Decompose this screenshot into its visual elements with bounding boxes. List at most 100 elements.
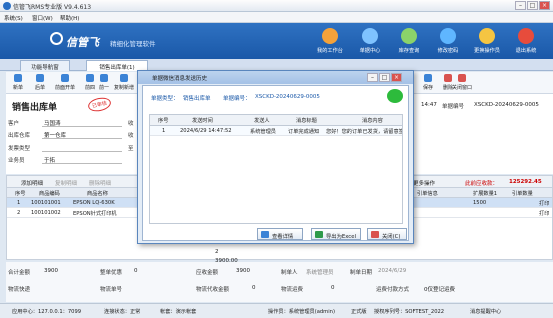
close-window-icon [458, 74, 466, 82]
receivable-amount: 3900 [236, 268, 250, 274]
freight-value[interactable]: 0 [331, 285, 335, 291]
status-user: 操作员：系统管理员(admin) [268, 309, 335, 315]
header-banner: 信管飞 精细化管理软件 我的工作台 单据中心 库存查询 修改密码 更换操作员 退… [0, 23, 553, 59]
save-icon [424, 74, 432, 82]
dialog-title: 单据微信消息发送历史 [152, 76, 208, 82]
col-code: 商品编码 [39, 191, 60, 197]
toolbar-first[interactable]: 前面开单 [52, 74, 78, 91]
menu-window[interactable]: 窗口(W) [32, 14, 53, 22]
wechat-history-dialog: 单据微信消息发送历史 – □ × 单据类型： 销售出库单 单据编号： XSCKD… [137, 70, 414, 244]
bill-center-icon [362, 28, 378, 44]
bill-number-field[interactable]: XSCKD-20240629-0005 [474, 102, 539, 108]
bill-number-label: 单据编号 [442, 104, 465, 110]
wechat-icon [387, 89, 403, 103]
user-switch-icon [479, 28, 495, 44]
menu-bar: 系统(S) 窗口(W) 帮助(H) [0, 12, 553, 23]
toolbar-new[interactable]: 新单 [8, 74, 28, 91]
dialog-content: 单据类型： 销售出库单 单据编号： XSCKD-20240629-0005 序号… [142, 85, 409, 241]
bill-type-label: 单据类型： [151, 96, 179, 102]
status-stamp: 已审核 [86, 95, 113, 114]
dialog-minimize-button[interactable]: – [367, 73, 378, 82]
receivable-amount-label: 应收金额 [196, 270, 219, 276]
receivable-value: 125292.45 [509, 179, 542, 185]
ship-no-label: 物流单号 [100, 287, 123, 293]
field-label-b: 收 [128, 133, 134, 139]
window-titlebar: 信管飞RMS专业版 V9.4.613 – □ × [0, 0, 553, 12]
bill-no-label: 单据编号： [223, 96, 251, 102]
tab-function-nav[interactable]: 功能导航窗 [20, 60, 70, 71]
maker-label: 制单人 [281, 270, 298, 276]
dialog-titlebar: 单据微信消息发送历史 – □ × [138, 71, 413, 84]
maximize-button[interactable]: □ [527, 1, 538, 10]
pay-method-value[interactable]: 0仅登记运费 [424, 285, 455, 293]
toolbar-prev[interactable]: 前一 [94, 74, 114, 91]
nav-exit[interactable]: 退出系统 [510, 26, 542, 58]
copy-icon [120, 74, 128, 82]
table-row[interactable]: 1 2024/6/29 14:47:52 系统管理员 订单完成通知 您好！您的订… [150, 126, 402, 136]
delete-detail-button[interactable]: 删除明细 [89, 179, 111, 187]
total-value: 3900 [44, 268, 58, 274]
message-history-table: 序号 发送时间 发送人 消息标题 消息内容 1 2024/6/29 14:47:… [149, 114, 403, 224]
toolbar-save[interactable]: 保存 [418, 74, 438, 91]
receivable-label: 此前应收款： [465, 181, 499, 187]
lock-icon [440, 28, 456, 44]
first-icon [61, 74, 69, 82]
export-excel-button[interactable]: 导出为Excel [311, 228, 361, 240]
discount-label: 整单优惠 [100, 270, 123, 276]
nav-switch-operator[interactable]: 更换操作员 [471, 26, 503, 58]
nav-stock-query[interactable]: 库存查询 [393, 26, 425, 58]
col-ref: 引单信息 [417, 191, 438, 197]
page-title: 销售出库单 [12, 103, 58, 113]
brand-logo-text: 信管飞 [66, 36, 99, 49]
add-detail-button[interactable]: 添加明细 [21, 179, 43, 187]
copy-detail-button[interactable]: 复制明细 [55, 179, 77, 187]
toolbar-close-window[interactable]: 关闭窗口 [449, 74, 475, 91]
cod-value[interactable]: 0 [252, 285, 256, 291]
toolbar-copy-new[interactable]: 复制新增 [112, 74, 136, 91]
message-table-header: 序号 发送时间 发送人 消息标题 消息内容 [150, 115, 402, 126]
dialog-maximize-button[interactable]: □ [379, 73, 390, 82]
prev-icon [86, 74, 94, 82]
nav-bill-center[interactable]: 单据中心 [354, 26, 386, 58]
cod-label: 物流代收金额 [196, 287, 230, 293]
col-ref-qty: 引单数量 [512, 191, 533, 197]
status-license: 授权序列号：SOFTEST_2022 [374, 309, 445, 315]
status-message-center[interactable]: 消息提醒中心 [470, 308, 501, 315]
window-title: 信管飞RMS专业版 V9.4.613 [13, 4, 92, 11]
warehouse-label: 出库仓库 [8, 133, 31, 139]
bill-type-value: 销售出库单 [183, 96, 211, 102]
menu-help[interactable]: 帮助(H) [60, 14, 79, 22]
close-button[interactable]: × [539, 1, 550, 10]
view-icon [261, 231, 269, 238]
menu-system[interactable]: 系统(S) [4, 14, 23, 22]
power-icon [518, 28, 534, 44]
bill-time: 14:47 [421, 102, 437, 108]
status-account: 帐套：演示帐套 [160, 309, 197, 315]
app-logo-icon [3, 2, 11, 10]
minimize-button[interactable]: – [515, 1, 526, 10]
arrow-right-icon [36, 74, 44, 82]
field-label-c: 至 [128, 146, 134, 152]
summary-panel: 合计金额 3900 整单优惠 0 应收金额 3900 制单人 系统管理员 制单日… [6, 262, 553, 302]
invoice-type-label: 发票类型 [8, 146, 31, 152]
stock-query-icon [401, 28, 417, 44]
workbench-icon [322, 28, 338, 44]
freight-label: 物流运费 [281, 287, 304, 293]
close-icon [371, 231, 379, 238]
more-actions-button[interactable]: 更多操作 [413, 179, 435, 187]
status-connection: 连接状态：正常 [104, 309, 141, 315]
view-details-button[interactable]: 查看详情 [257, 228, 303, 240]
dialog-close-button[interactable]: × [391, 73, 402, 82]
salesman-label: 业务员 [8, 158, 25, 164]
excel-icon [315, 231, 323, 238]
make-date-value: 2024/6/29 [378, 268, 407, 274]
maker-value: 系统管理员 [306, 270, 334, 276]
field-label-a: 收 [128, 121, 134, 127]
nav-change-password[interactable]: 修改密码 [432, 26, 464, 58]
dialog-close-action-button[interactable]: 关闭(C) [367, 228, 407, 240]
make-date-label: 制单日期 [350, 270, 373, 276]
discount-field[interactable]: 0 [134, 268, 138, 274]
pay-method-label: 运费付款方式 [376, 287, 410, 293]
nav-workbench[interactable]: 我的工作台 [314, 26, 346, 58]
toolbar-next[interactable]: 后单 [30, 74, 50, 91]
